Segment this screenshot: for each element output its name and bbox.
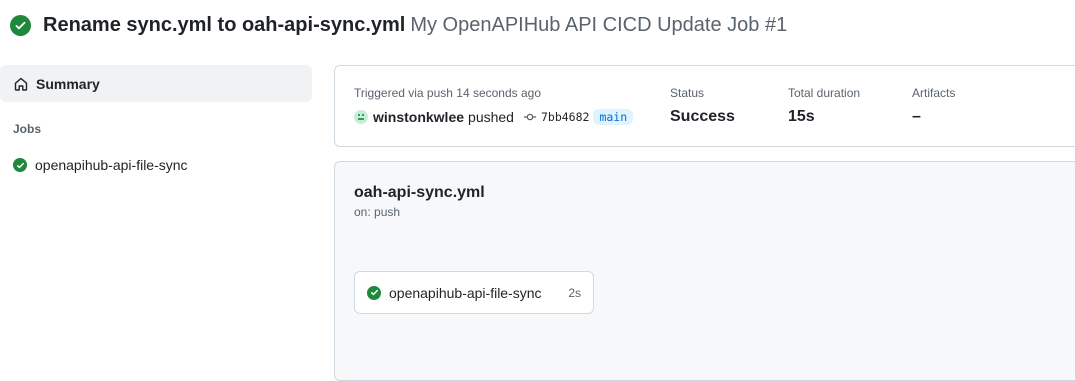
check-circle-icon — [10, 14, 31, 36]
trigger-label: Triggered via push 14 seconds ago — [354, 86, 542, 100]
job-node[interactable]: openapihub-api-file-sync 2s — [354, 271, 594, 314]
push-action-text: pushed — [468, 109, 514, 125]
sidebar-item-job[interactable]: openapihub-api-file-sync — [0, 157, 312, 173]
user-link[interactable]: winstonkwlee — [373, 109, 464, 125]
workflow-file-name[interactable]: oah-api-sync.yml — [354, 184, 485, 202]
git-commit-icon — [523, 110, 537, 124]
check-circle-icon — [13, 158, 27, 172]
artifacts-value: – — [912, 108, 921, 125]
job-node-label: openapihub-api-file-sync — [389, 284, 542, 301]
sidebar-item-label: openapihub-api-file-sync — [35, 157, 188, 173]
run-header: Rename sync.yml to oah-api-sync.yml My Op… — [0, 0, 1075, 50]
commit-sha-link[interactable]: 7bb4682 — [541, 110, 589, 124]
duration-stat: Total duration 15s — [788, 86, 860, 126]
avatar[interactable] — [354, 110, 368, 124]
run-title[interactable]: Rename sync.yml to oah-api-sync.yml — [43, 14, 405, 36]
status-value: Success — [670, 108, 735, 125]
status-stat: Status Success — [670, 86, 735, 126]
home-icon — [13, 76, 29, 92]
run-summary-card: Triggered via push 14 seconds ago winsto… — [334, 65, 1075, 147]
page-title: Rename sync.yml to oah-api-sync.yml My Op… — [43, 14, 787, 37]
sidebar: Summary Jobs openapihub-api-file-sync — [0, 65, 312, 173]
artifacts-stat: Artifacts – — [912, 86, 955, 126]
duration-label: Total duration — [788, 86, 861, 100]
job-node-duration: 2s — [568, 285, 581, 300]
sidebar-item-label: Summary — [36, 75, 100, 92]
check-circle-icon — [367, 285, 381, 300]
jobs-heading: Jobs — [13, 122, 42, 136]
trigger-details: winstonkwlee pushed 7bb4682 main — [354, 109, 634, 125]
workflow-trigger: on: push — [354, 205, 401, 219]
workflow-run-name: My OpenAPIHub API CICD Update Job #1 — [410, 13, 788, 36]
sidebar-item-summary[interactable]: Summary — [0, 65, 312, 102]
workflow-graph: oah-api-sync.yml on: push openapihub-api… — [334, 161, 1075, 381]
status-label: Status — [670, 86, 705, 100]
artifacts-label: Artifacts — [912, 86, 956, 100]
branch-badge[interactable]: main — [593, 109, 634, 125]
duration-value: 15s — [788, 108, 815, 125]
